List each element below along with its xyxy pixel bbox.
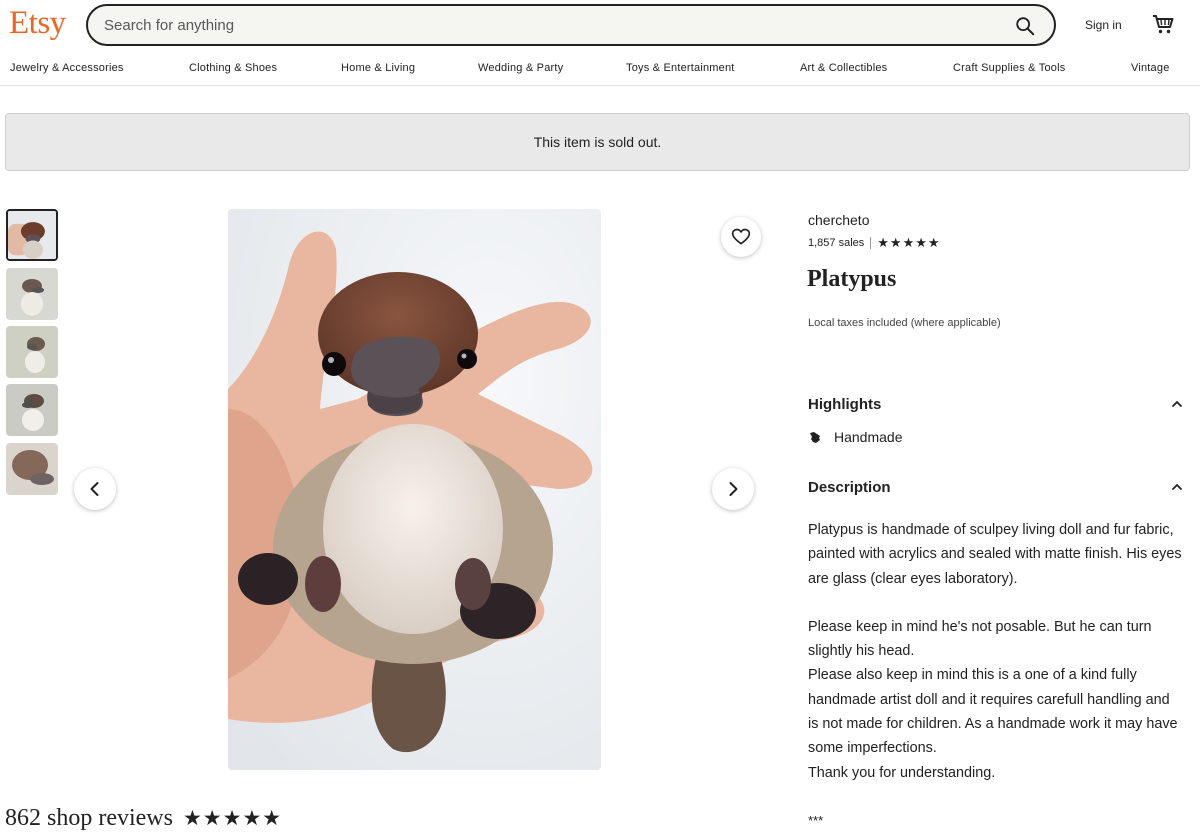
thumbnail-1[interactable] (6, 209, 58, 261)
description-paragraph: Platypus is handmade of sculpey living d… (808, 522, 1182, 587)
heart-icon (731, 228, 751, 245)
shop-reviews-summary: 862 shop reviews ★★★★★ (5, 805, 282, 832)
platypus-thumbnail-image (6, 326, 58, 378)
hand-icon (810, 432, 820, 443)
thumbnail-2[interactable] (6, 268, 58, 320)
description-paragraph: Please keep in mind he's not posable. Bu… (808, 618, 1152, 660)
highlights-heading[interactable]: Highlights (808, 396, 881, 413)
reviews-count-label: 862 shop reviews (5, 805, 173, 831)
category-vintage[interactable]: Vintage (1131, 62, 1170, 74)
category-jewelry-accessories[interactable]: Jewelry & Accessories (10, 62, 124, 74)
category-art-collectibles[interactable]: Art & Collectibles (800, 62, 887, 74)
previous-image-button[interactable] (74, 468, 116, 510)
category-nav: Jewelry & Accessories Clothing & Shoes H… (0, 58, 1200, 86)
cart-icon[interactable] (1151, 12, 1175, 36)
thumbnail-3[interactable] (6, 326, 58, 378)
listing-title: Platypus (807, 266, 897, 292)
thumbnail-5[interactable] (6, 443, 58, 495)
description-paragraph: Thank you for understanding. (808, 764, 996, 781)
highlight-item: Handmade (808, 429, 903, 445)
chevron-left-icon (90, 482, 99, 496)
sold-out-banner: This item is sold out. (5, 113, 1190, 171)
platypus-thumbnail-image (8, 211, 56, 259)
chevron-up-icon[interactable] (1170, 480, 1184, 494)
platypus-thumbnail-image (6, 268, 58, 320)
sales-count: 1,857 sales (808, 237, 865, 249)
sign-in-link[interactable]: Sign in (1085, 18, 1122, 32)
sold-out-text: This item is sold out. (533, 134, 662, 150)
description-separator: *** (808, 813, 824, 828)
site-header: Etsy Sign in (0, 0, 1200, 50)
favorite-button[interactable] (721, 217, 761, 257)
search-input[interactable] (104, 14, 984, 36)
taxes-note: Local taxes included (where applicable) (808, 317, 1001, 329)
thumbnail-4[interactable] (6, 384, 58, 436)
category-home-living[interactable]: Home & Living (341, 62, 415, 74)
platypus-doll-photo (228, 209, 601, 770)
platypus-thumbnail-image (6, 443, 58, 495)
etsy-logo[interactable]: Etsy (9, 5, 66, 42)
reviews-stars: ★★★★★ (182, 807, 283, 830)
description-body: Platypus is handmade of sculpey living d… (808, 518, 1183, 785)
chevron-right-icon (729, 482, 738, 496)
category-craft-supplies[interactable]: Craft Supplies & Tools (953, 62, 1065, 74)
next-image-button[interactable] (712, 468, 754, 510)
search-icon[interactable] (1014, 15, 1036, 37)
shop-name-link[interactable]: chercheto (808, 212, 869, 228)
platypus-thumbnail-image (6, 384, 58, 436)
description-paragraph: Please also keep in mind this is a one o… (808, 667, 1178, 757)
chevron-up-icon[interactable] (1170, 397, 1184, 411)
description-heading[interactable]: Description (808, 479, 891, 496)
shop-rating-stars[interactable]: ★★★★★ (877, 235, 940, 251)
main-product-image (228, 209, 601, 770)
category-wedding-party[interactable]: Wedding & Party (478, 62, 563, 74)
category-clothing-shoes[interactable]: Clothing & Shoes (189, 62, 277, 74)
highlight-label: Handmade (834, 429, 903, 445)
divider (870, 237, 872, 249)
category-toys-entertainment[interactable]: Toys & Entertainment (626, 62, 735, 74)
shop-sales-rating: 1,857 sales ★★★★★ (808, 235, 941, 251)
search-bar[interactable] (86, 4, 1056, 46)
